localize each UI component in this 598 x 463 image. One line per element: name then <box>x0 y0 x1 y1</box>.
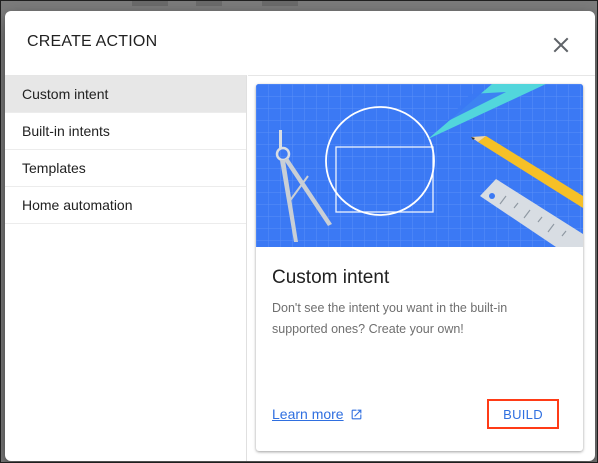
build-button[interactable]: BUILD <box>487 399 559 429</box>
sidebar-item-label: Home automation <box>22 197 133 213</box>
sidebar-item-label: Templates <box>22 160 86 176</box>
background-tab <box>262 0 298 6</box>
open-in-new-icon <box>351 409 361 419</box>
blueprint-drawing-tools-image <box>256 84 583 247</box>
sidebar-item-templates[interactable]: Templates <box>5 150 246 187</box>
background-tab <box>132 0 168 6</box>
card-description: Don't see the intent you want in the bui… <box>272 301 508 336</box>
card-title: Custom intent <box>272 267 390 288</box>
custom-intent-card: Custom intent Don't see the intent you w… <box>256 84 583 451</box>
content-area: Custom intent Don't see the intent you w… <box>248 75 595 461</box>
close-icon <box>553 37 569 53</box>
dialog-header: CREATE ACTION <box>5 11 595 74</box>
action-type-sidebar: Custom intent Built-in intents Templates… <box>5 75 247 461</box>
sidebar-item-label: Built-in intents <box>22 123 110 139</box>
learn-more-link[interactable]: Learn more <box>272 406 363 422</box>
background-tab <box>196 0 222 6</box>
sidebar-item-home-automation[interactable]: Home automation <box>5 187 246 224</box>
dialog-title: CREATE ACTION <box>27 33 158 50</box>
create-action-dialog: CREATE ACTION Custom intent Built-in int… <box>5 11 595 461</box>
sidebar-item-label: Custom intent <box>22 86 109 102</box>
sidebar-item-custom-intent[interactable]: Custom intent <box>5 76 246 113</box>
sidebar-item-built-in-intents[interactable]: Built-in intents <box>5 113 246 150</box>
close-button[interactable] <box>549 33 573 57</box>
learn-more-label: Learn more <box>272 406 344 422</box>
blueprint-illustration <box>256 84 583 247</box>
